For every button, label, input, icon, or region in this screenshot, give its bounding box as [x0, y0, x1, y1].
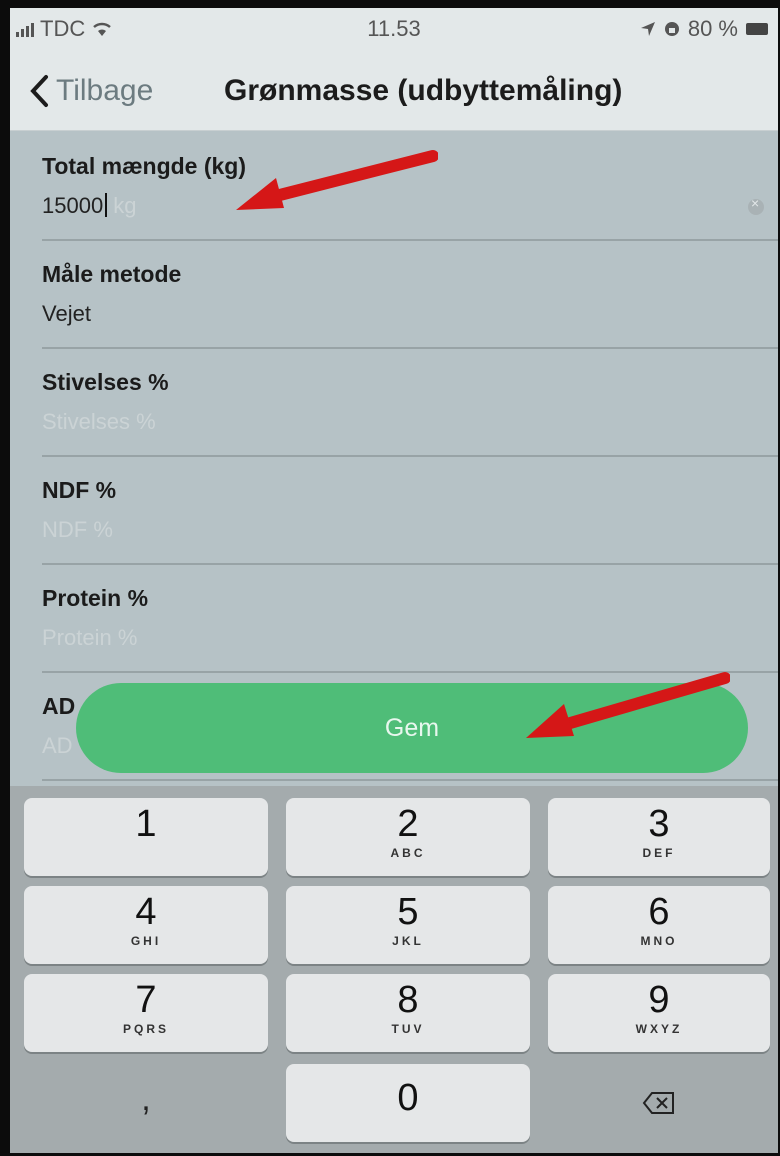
key-1[interactable]: 1: [24, 798, 268, 876]
key-letters: ABC: [390, 846, 426, 860]
field-label: Protein %: [42, 585, 149, 611]
back-button[interactable]: Tilbage: [28, 74, 153, 108]
clear-input-icon[interactable]: [748, 195, 764, 215]
key-digit: 0: [397, 1077, 419, 1119]
annotation-arrow-icon: [526, 672, 730, 738]
field-label: AD: [42, 693, 76, 719]
phone-screen: TDC 11.53 80 % Tilbage Grønmasse (udbytt…: [10, 8, 778, 1153]
key-comma[interactable]: ,: [24, 1064, 268, 1142]
field-label: NDF %: [42, 477, 117, 503]
ndf-input[interactable]: NDF %: [42, 517, 113, 543]
field-measure-method[interactable]: Måle metode Vejet: [42, 239, 778, 349]
key-9[interactable]: 9 WXYZ: [548, 974, 770, 1052]
field-protein[interactable]: Protein % Protein %: [42, 563, 778, 673]
key-3[interactable]: 3 DEF: [548, 798, 770, 876]
key-letters: MNO: [640, 934, 678, 948]
field-label: Måle metode: [42, 261, 182, 287]
key-letters: JKL: [392, 934, 424, 948]
annotation-arrow-icon: [236, 150, 438, 210]
input-value: 15000: [42, 193, 104, 218]
navigation-bar: Tilbage Grønmasse (udbyttemåling): [10, 46, 778, 131]
key-4[interactable]: 4 GHI: [24, 886, 268, 964]
key-digit: 9: [648, 979, 670, 1021]
lock-rotation-icon: [664, 22, 679, 36]
key-digit: 5: [397, 891, 419, 933]
key-letters: GHI: [130, 934, 162, 948]
status-bar: TDC 11.53 80 %: [10, 8, 778, 46]
key-6[interactable]: 6 MNO: [548, 886, 770, 964]
starch-input[interactable]: Stivelses %: [42, 409, 156, 435]
text-caret: [105, 193, 108, 217]
chevron-left-icon: [30, 75, 48, 107]
key-5[interactable]: 5 JKL: [286, 886, 530, 964]
key-letters: TUV: [391, 1022, 425, 1036]
measure-method-value[interactable]: Vejet: [42, 301, 91, 327]
key-delete[interactable]: [548, 1064, 770, 1142]
backspace-icon: [642, 1092, 674, 1114]
key-2[interactable]: 2 ABC: [286, 798, 530, 876]
protein-input[interactable]: Protein %: [42, 625, 137, 651]
total-amount-input[interactable]: 15000 kg: [42, 193, 136, 219]
back-label: Tilbage: [56, 74, 154, 107]
key-digit: 2: [397, 803, 419, 845]
key-letters: DEF: [642, 846, 676, 860]
battery-icon: [746, 23, 768, 35]
battery-percentage: 80 %: [687, 16, 738, 41]
location-icon: [640, 22, 655, 36]
key-letters: WXYZ: [635, 1022, 683, 1036]
field-starch[interactable]: Stivelses % Stivelses %: [42, 347, 778, 457]
key-8[interactable]: 8 TUV: [286, 974, 530, 1052]
key-letters: PQRS: [122, 1022, 169, 1036]
field-ndf[interactable]: NDF % NDF %: [42, 455, 778, 565]
page-title: Grønmasse (udbyttemåling): [224, 74, 623, 107]
key-digit: 8: [397, 979, 419, 1021]
numeric-keyboard: 1 2 ABC 3 DEF 4 GHI 5 JKL 6 MNO 7 PQRS 8 TUV 9W…: [10, 786, 778, 1153]
adf-input[interactable]: AD: [42, 733, 73, 759]
unit-label: kg: [113, 193, 137, 218]
key-digit: 3: [648, 803, 670, 845]
key-7[interactable]: 7 PQRS: [24, 974, 268, 1052]
key-digit: 7: [135, 979, 157, 1021]
key-digit: 6: [648, 891, 670, 933]
field-label: Stivelses %: [42, 369, 169, 395]
key-digit: 1: [135, 803, 157, 845]
field-label: Total mængde (kg): [42, 153, 247, 179]
key-0[interactable]: 0: [286, 1064, 530, 1142]
key-digit: 4: [135, 891, 157, 933]
